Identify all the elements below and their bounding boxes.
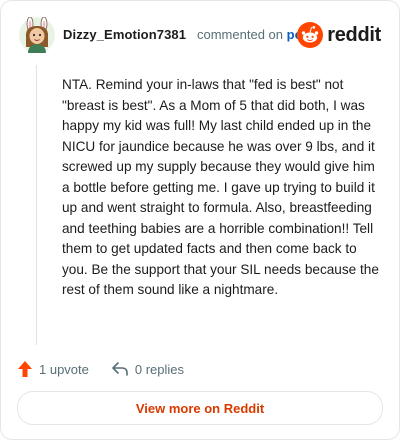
comment-header: Dizzy_Emotion7381 commented on post redd… <box>17 17 383 53</box>
reply-arrow-icon <box>112 362 128 376</box>
upvote-arrow-icon <box>18 361 32 377</box>
comment-embed-card: Dizzy_Emotion7381 commented on post redd… <box>0 0 400 440</box>
commented-label: commented on <box>197 27 283 42</box>
reply-button[interactable]: 0 replies <box>111 361 184 377</box>
reply-count: 0 replies <box>134 361 185 377</box>
user-avatar[interactable] <box>19 17 55 53</box>
comment-actions: 1 upvote 0 replies <box>17 357 184 381</box>
reddit-logo[interactable]: reddit <box>297 21 381 49</box>
reddit-wordmark: reddit <box>327 23 381 46</box>
reddit-snoo-icon <box>297 22 324 48</box>
upvote-count: 1 upvote <box>39 361 89 377</box>
view-more-button[interactable]: View more on Reddit <box>17 391 383 425</box>
username-link[interactable]: Dizzy_Emotion7381 <box>63 27 186 42</box>
comment-body: NTA. Remind your in-laws that "fed is be… <box>62 77 379 297</box>
upvote-button[interactable]: 1 upvote <box>17 360 89 378</box>
thread-line <box>36 65 37 345</box>
